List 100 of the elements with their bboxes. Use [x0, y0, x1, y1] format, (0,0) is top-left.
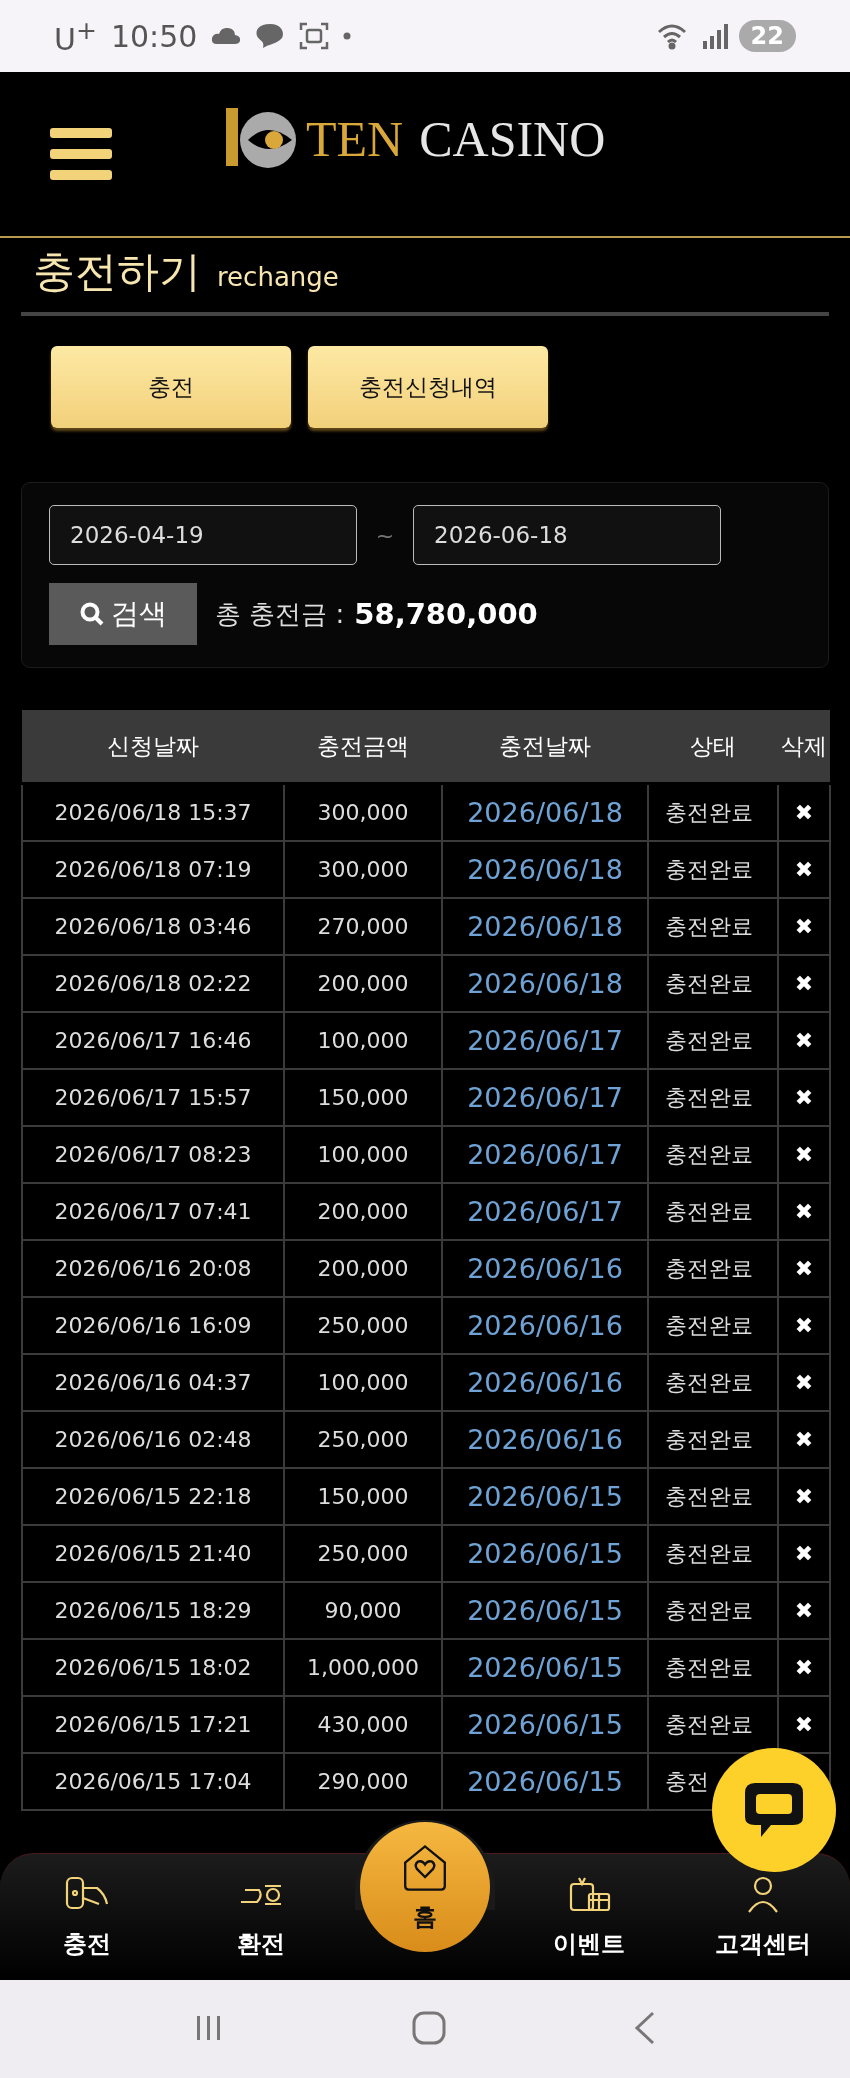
clock-text: 10:50 [110, 18, 198, 54]
table-cell: 2026/06/15 18:29 [22, 1582, 284, 1639]
delete-button[interactable]: ✖ [794, 1541, 814, 1566]
date-link[interactable]: 2026/06/15 [442, 1525, 648, 1582]
date-link[interactable]: 2026/06/16 [442, 1411, 648, 1468]
table-cell: 2026/06/15 22:18 [22, 1468, 284, 1525]
home-nav-button[interactable] [412, 2010, 446, 2048]
table-cell: 충전완료 [648, 841, 778, 898]
battery-level: 22 [738, 20, 796, 52]
delete-button[interactable]: ✖ [794, 1256, 814, 1281]
dot-icon [343, 32, 352, 40]
date-link[interactable]: 2026/06/15 [442, 1753, 648, 1810]
table-cell: 2026/06/17 15:57 [22, 1069, 284, 1126]
table-cell: 충전완료 [648, 1411, 778, 1468]
date-link[interactable]: 2026/06/16 [442, 1240, 648, 1297]
carrier-text: U$^{+}$ [54, 15, 97, 57]
delete-button[interactable]: ✖ [794, 1313, 814, 1338]
table-cell: 충전완료 [648, 1012, 778, 1069]
date-link[interactable]: 2026/06/17 [442, 1012, 648, 1069]
date-link[interactable]: 2026/06/16 [442, 1297, 648, 1354]
column-header: 충전날짜 [442, 710, 648, 784]
delete-button[interactable]: ✖ [794, 857, 814, 882]
delete-button[interactable]: ✖ [794, 1028, 814, 1053]
table-cell: 200,000 [284, 1183, 442, 1240]
date-link[interactable]: 2026/06/17 [442, 1183, 648, 1240]
page-subtitle: rechange [217, 262, 339, 292]
tab-button[interactable]: 충전신청내역 [308, 346, 548, 428]
date-link[interactable]: 2026/06/17 [442, 1069, 648, 1126]
table-cell: 2026/06/15 18:02 [22, 1639, 284, 1696]
date-link[interactable]: 2026/06/15 [442, 1696, 648, 1753]
table-cell: 250,000 [284, 1297, 442, 1354]
table-cell: 2026/06/16 02:48 [22, 1411, 284, 1468]
date-link[interactable]: 2026/06/16 [442, 1354, 648, 1411]
delete-button[interactable]: ✖ [794, 1199, 814, 1224]
table-cell: 1,000,000 [284, 1639, 442, 1696]
delete-button[interactable]: ✖ [794, 800, 814, 825]
tab-button[interactable]: 충전 [51, 346, 291, 428]
date-link[interactable]: 2026/06/18 [442, 783, 648, 841]
delete-button[interactable]: ✖ [794, 1655, 814, 1680]
table-cell: 200,000 [284, 1240, 442, 1297]
search-button[interactable]: 검색 [49, 583, 197, 645]
table-cell: 충전완료 [648, 1183, 778, 1240]
start-date-field[interactable]: 2026-04-19 [49, 505, 357, 565]
nav-item[interactable]: 고객센터 [688, 1873, 838, 1961]
table-cell: 100,000 [284, 1126, 442, 1183]
table-cell: 300,000 [284, 841, 442, 898]
delete-button[interactable]: ✖ [794, 1484, 814, 1509]
date-link[interactable]: 2026/06/18 [442, 898, 648, 955]
table-cell: 충전완료 [648, 1639, 778, 1696]
nav-item[interactable]: 이벤트 [514, 1873, 664, 1961]
table-cell: 430,000 [284, 1696, 442, 1753]
delete-button[interactable]: ✖ [794, 1142, 814, 1167]
logo-text: TEN [306, 110, 404, 168]
nav-item[interactable]: 충전 [12, 1873, 162, 1961]
date-link[interactable]: 2026/06/15 [442, 1468, 648, 1525]
delete-button[interactable]: ✖ [794, 1427, 814, 1452]
table-cell: 300,000 [284, 783, 442, 841]
date-link[interactable]: 2026/06/18 [442, 955, 648, 1012]
nav-item[interactable]: 환전 [186, 1873, 336, 1961]
table-cell: 2026/06/15 17:21 [22, 1696, 284, 1753]
column-header: 신청날짜 [22, 710, 284, 784]
signal-icon [700, 23, 729, 49]
page-title: 충전하기 [33, 246, 201, 298]
table-cell: 100,000 [284, 1354, 442, 1411]
table-cell: 150,000 [284, 1468, 442, 1525]
date-link[interactable]: 2026/06/18 [442, 841, 648, 898]
table-cell: 충전완료 [648, 1297, 778, 1354]
delete-button[interactable]: ✖ [794, 971, 814, 996]
end-date-field[interactable]: 2026-06-18 [413, 505, 721, 565]
table-cell: 250,000 [284, 1411, 442, 1468]
date-link[interactable]: 2026/06/17 [442, 1126, 648, 1183]
total-amount: 58,780,000 [354, 597, 538, 631]
table-cell: 150,000 [284, 1069, 442, 1126]
table-cell: 충전완료 [648, 1354, 778, 1411]
delete-button[interactable]: ✖ [794, 1598, 814, 1623]
delete-button[interactable]: ✖ [794, 1085, 814, 1110]
table-cell: 2026/06/18 07:19 [22, 841, 284, 898]
table-cell: 충전완료 [648, 1069, 778, 1126]
delete-button[interactable]: ✖ [794, 1370, 814, 1395]
column-header: 상태 [648, 710, 778, 784]
menu-button[interactable] [50, 128, 112, 180]
table-cell: 2026/06/16 16:09 [22, 1297, 284, 1354]
table-cell: 2026/06/17 16:46 [22, 1012, 284, 1069]
table-cell: 2026/06/18 03:46 [22, 898, 284, 955]
table-cell: 2026/06/18 15:37 [22, 783, 284, 841]
table-cell: 충전완료 [648, 1126, 778, 1183]
delete-button[interactable]: ✖ [794, 914, 814, 939]
total-label: 총 충전금 : [215, 597, 345, 631]
table-cell: 200,000 [284, 955, 442, 1012]
table-cell: 270,000 [284, 898, 442, 955]
date-link[interactable]: 2026/06/15 [442, 1639, 648, 1696]
range-separator: ~ [375, 522, 395, 548]
delete-button[interactable]: ✖ [794, 1712, 814, 1737]
table-cell: 2026/06/17 07:41 [22, 1183, 284, 1240]
table-cell: 충전완료 [648, 955, 778, 1012]
table-cell: 충전완료 [648, 1240, 778, 1297]
date-link[interactable]: 2026/06/15 [442, 1582, 648, 1639]
table-cell: 2026/06/17 08:23 [22, 1126, 284, 1183]
home-button[interactable]: 홈 [360, 1822, 490, 1952]
table-cell: 2026/06/15 17:04 [22, 1753, 284, 1810]
